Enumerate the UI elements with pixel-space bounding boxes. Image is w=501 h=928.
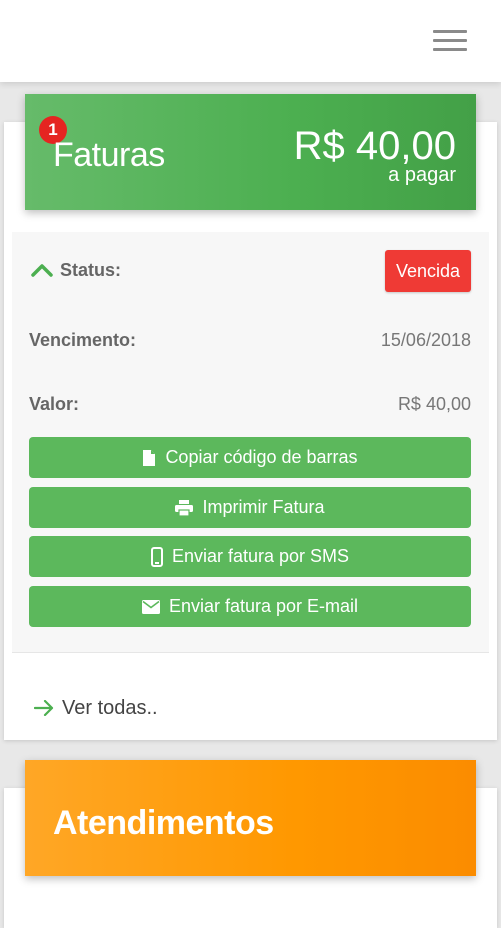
see-all-link[interactable]: Ver todas..	[34, 696, 158, 720]
copy-barcode-label: Copiar código de barras	[165, 447, 358, 467]
copy-barcode-button[interactable]: Copiar código de barras	[29, 437, 471, 478]
send-email-button[interactable]: Enviar fatura por E-mail	[29, 586, 471, 627]
arrow-right-icon	[34, 700, 54, 716]
vencimento-label: Vencimento:	[29, 330, 137, 350]
valor-value: R$ 40,00	[397, 394, 471, 414]
envelope-icon	[141, 599, 160, 614]
send-sms-button[interactable]: Enviar fatura por SMS	[29, 536, 471, 577]
see-all-label: Ver todas..	[62, 696, 158, 719]
atendimentos-header[interactable]: Atendimentos	[25, 760, 476, 876]
status-label: Status:	[60, 260, 122, 280]
faturas-header[interactable]: 1 Faturas R$ 40,00 a pagar	[25, 94, 476, 210]
top-app-bar	[0, 0, 501, 82]
faturas-title: Faturas	[53, 136, 165, 174]
file-icon	[143, 449, 156, 466]
send-sms-label: Enviar fatura por SMS	[171, 546, 350, 566]
print-invoice-label: Imprimir Fatura	[202, 497, 325, 517]
status-badge: Vencida	[385, 250, 471, 292]
atendimentos-title: Atendimentos	[53, 804, 274, 842]
amount-due: R$ 40,00	[293, 124, 456, 168]
mobile-phone-icon	[150, 546, 163, 567]
vencimento-value: 15/06/2018	[380, 330, 471, 350]
print-invoice-button[interactable]: Imprimir Fatura	[29, 487, 471, 528]
valor-label: Valor:	[29, 394, 80, 414]
chevron-up-icon[interactable]	[30, 262, 54, 278]
divider	[12, 652, 489, 653]
send-email-label: Enviar fatura por E-mail	[168, 596, 359, 616]
printer-icon	[175, 499, 194, 516]
hamburger-menu-icon[interactable]	[433, 28, 469, 54]
amount-due-label: a pagar	[388, 164, 456, 186]
